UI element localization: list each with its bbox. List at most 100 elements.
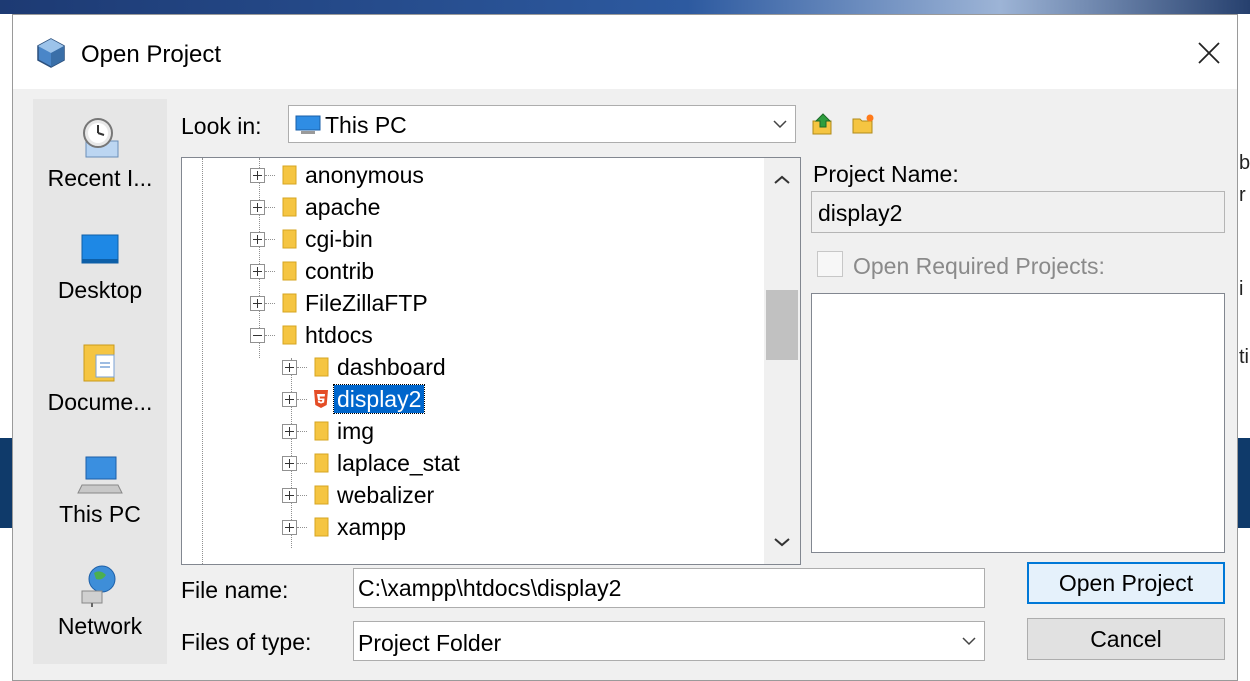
required-projects-list[interactable] (811, 293, 1225, 553)
open-required-projects-checkbox[interactable] (817, 251, 843, 277)
folder-icon (282, 165, 297, 185)
netbeans-cube-icon (37, 38, 65, 68)
recent-items-icon (83, 118, 119, 158)
tree-item[interactable]: dashboard (282, 351, 449, 383)
place-label: Docume... (47, 389, 153, 415)
tree-item[interactable]: xampp (282, 511, 409, 543)
expand-toggle[interactable] (250, 295, 265, 311)
tree-item[interactable]: apache (250, 191, 383, 223)
look-in-dropdown-button[interactable] (765, 106, 795, 142)
chevron-up-icon (774, 175, 790, 184)
tree-guide-line (202, 158, 203, 564)
cancel-button[interactable]: Cancel (1027, 618, 1225, 660)
background-text-fragment: i (1239, 278, 1244, 300)
expand-toggle[interactable] (282, 519, 297, 535)
place-label: Network (57, 613, 143, 639)
place-label: This PC (59, 501, 141, 527)
expand-toggle[interactable] (282, 423, 297, 439)
background-app-left-band (0, 438, 12, 528)
look-in-combo[interactable]: This PC (288, 105, 796, 143)
background-app-left-edge (0, 14, 12, 681)
close-button[interactable] (1181, 29, 1237, 77)
up-folder-icon[interactable] (811, 113, 835, 135)
collapse-toggle[interactable] (250, 327, 265, 343)
tree-item-label: anonymous (305, 162, 424, 188)
background-text-fragment: r (1239, 184, 1246, 206)
file-type-label: Files of type: (181, 629, 312, 655)
tree-item-label: img (337, 418, 375, 444)
chevron-down-icon (773, 120, 787, 129)
tree-item-label: dashboard (337, 354, 446, 380)
look-in-value: This PC (325, 112, 407, 138)
places-bar: Recent I... Desktop Docume... This PC Ne… (33, 99, 167, 664)
folder-tree[interactable]: anonymous apache cgi-bin contrib FileZil… (181, 157, 801, 565)
place-this-pc[interactable]: This PC (33, 435, 167, 547)
file-type-value: Project Folder (358, 630, 502, 656)
folder-icon (282, 197, 297, 217)
open-project-button[interactable]: Open Project (1027, 562, 1225, 604)
expand-toggle[interactable] (282, 487, 297, 503)
tree-item-selected[interactable]: display2 (282, 383, 426, 415)
place-documents[interactable]: Docume... (33, 323, 167, 435)
tree-item-label: laplace_stat (337, 450, 460, 476)
place-label: Recent I... (47, 165, 153, 191)
tree-vertical-scrollbar[interactable] (764, 158, 800, 564)
project-name-field: display2 (811, 191, 1225, 233)
tree-item-label: apache (305, 194, 381, 220)
tree-item-label: FileZillaFTP (305, 290, 428, 316)
tree-item[interactable]: anonymous (250, 159, 427, 191)
tree-item[interactable]: webalizer (282, 479, 437, 511)
expand-toggle[interactable] (250, 199, 265, 215)
tree-item[interactable]: FileZillaFTP (250, 287, 431, 319)
expand-toggle[interactable] (282, 455, 297, 471)
new-folder-icon[interactable] (851, 113, 875, 135)
folder-icon (314, 357, 329, 377)
expand-toggle[interactable] (250, 167, 265, 183)
expand-toggle[interactable] (250, 263, 265, 279)
scroll-up-button[interactable] (764, 162, 800, 198)
network-icon (81, 565, 116, 607)
project-name-value: display2 (818, 200, 903, 226)
tree-item[interactable]: cgi-bin (250, 223, 376, 255)
tree-item[interactable]: laplace_stat (282, 447, 463, 479)
place-recent-items[interactable]: Recent I... (33, 99, 167, 211)
expand-toggle[interactable] (250, 231, 265, 247)
folder-icon (314, 485, 329, 505)
project-name-label: Project Name: (813, 161, 959, 187)
tree-item-label: contrib (305, 258, 375, 284)
file-type-combo[interactable]: Project Folder (353, 621, 985, 661)
documents-icon (83, 344, 115, 382)
folder-icon (314, 517, 329, 537)
chevron-down-icon (962, 637, 976, 646)
tree-item[interactable]: contrib (250, 255, 377, 287)
tree-item[interactable]: img (282, 415, 377, 447)
open-required-projects-label: Open Required Projects: (853, 253, 1105, 279)
desktop-icon (81, 234, 119, 264)
background-text-fragment: ti (1239, 346, 1249, 368)
tree-item[interactable]: htdocs (250, 319, 376, 351)
chevron-down-icon (774, 538, 790, 547)
folder-icon (314, 421, 329, 441)
tree-item-label: htdocs (305, 322, 373, 348)
place-desktop[interactable]: Desktop (33, 211, 167, 323)
expand-toggle[interactable] (282, 391, 297, 407)
folder-icon (282, 229, 297, 249)
tree-item-label: display2 (332, 384, 426, 414)
file-name-input[interactable]: C:\xampp\htdocs\display2 (353, 568, 985, 608)
this-pc-icon (295, 115, 321, 134)
dialog-title: Open Project (81, 41, 222, 68)
close-icon (1198, 42, 1220, 64)
tree-item-label: xampp (337, 514, 407, 540)
background-text-fragment: b (1239, 152, 1250, 174)
dialog-titlebar: Open Project (13, 15, 1237, 89)
scrollbar-thumb[interactable] (766, 290, 798, 360)
scroll-down-button[interactable] (764, 524, 800, 560)
file-type-dropdown-button[interactable] (954, 622, 984, 660)
background-app-titlebar (0, 0, 1250, 14)
background-app-right-band (1238, 438, 1250, 528)
expand-toggle[interactable] (282, 359, 297, 375)
tree-item-label: cgi-bin (305, 226, 373, 252)
place-label: Desktop (57, 277, 143, 303)
file-name-label: File name: (181, 577, 289, 603)
place-network[interactable]: Network (33, 547, 167, 659)
